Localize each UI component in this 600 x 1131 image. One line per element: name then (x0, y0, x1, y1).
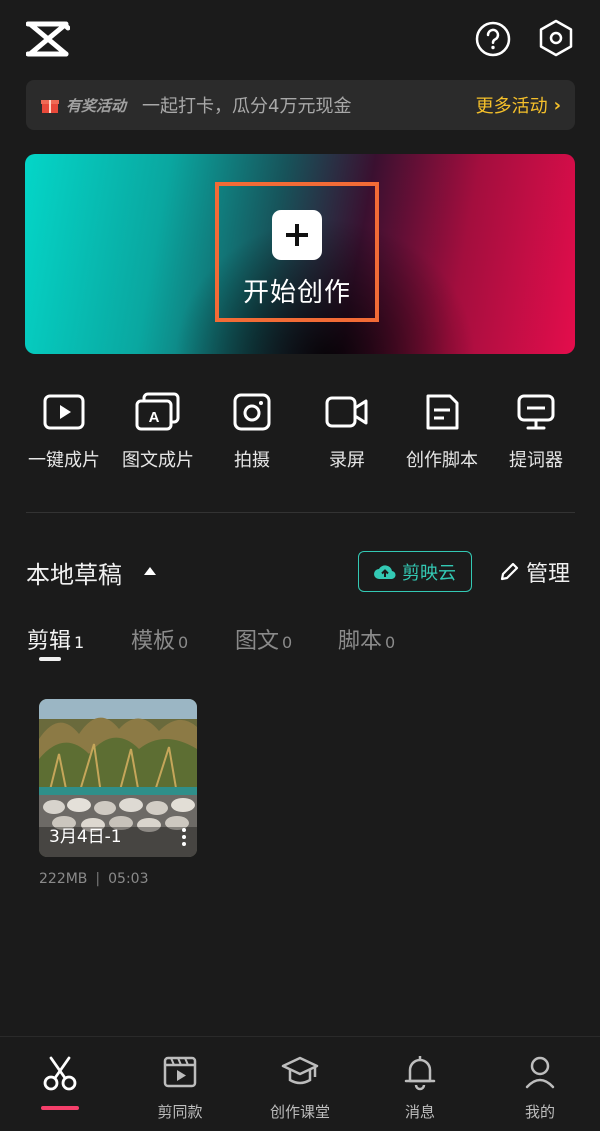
cloud-upload-icon (374, 564, 396, 579)
start-creation-label: 开始创作 (242, 278, 351, 308)
promo-banner[interactable]: 有奖活动 一起打卡，瓜分4万元现金 更多活动 › (26, 80, 575, 130)
nav-label: 剪同款 (157, 1103, 203, 1121)
tool-teleprompter[interactable]: 提词器 (486, 392, 586, 472)
help-icon[interactable] (474, 20, 512, 58)
tab-template[interactable]: 模板 0 (131, 623, 188, 655)
video-camera-icon (325, 396, 368, 428)
manage-label: 管理 (526, 562, 571, 587)
tab-label: 脚本 (338, 629, 383, 654)
nav-messages[interactable]: 消息 (365, 1053, 475, 1122)
plus-icon (272, 210, 322, 260)
tool-one-click-video[interactable]: 一键成片 (14, 392, 114, 472)
meta-separator: | (95, 871, 101, 887)
draft-size: 222MB (39, 871, 88, 887)
draft-name: 3月4日-1 (49, 827, 122, 847)
tool-label: 拍摄 (234, 450, 270, 471)
tool-label: 录屏 (329, 450, 365, 471)
tab-label: 模板 (131, 629, 176, 654)
section-divider (26, 512, 575, 513)
tool-label: 图文成片 (122, 450, 194, 471)
camera-icon (233, 393, 271, 431)
top-bar (0, 0, 600, 80)
start-creation-button[interactable]: 开始创作 (215, 182, 379, 322)
promo-text: 一起打卡，瓜分4万元现金 (142, 96, 352, 117)
cloud-label: 剪映云 (402, 562, 456, 584)
play-square-icon (43, 394, 85, 430)
promo-tag: 有奖活动 (66, 96, 127, 115)
cloud-button[interactable]: 剪映云 (358, 551, 472, 592)
tool-label: 创作脚本 (406, 450, 478, 471)
active-tab-indicator (39, 657, 61, 661)
tool-script[interactable]: 创作脚本 (392, 392, 492, 472)
gift-icon (41, 100, 59, 113)
bell-icon (404, 1056, 436, 1091)
nav-label: 创作课堂 (269, 1103, 330, 1121)
bottom-nav: 剪同款 创作课堂 消息 我的 (0, 1036, 600, 1131)
tool-screen-record[interactable]: 录屏 (297, 392, 397, 472)
settings-hex-icon[interactable] (536, 18, 576, 58)
nav-edit[interactable] (5, 1053, 115, 1093)
manage-button[interactable]: 管理 (498, 556, 570, 588)
nav-classroom[interactable]: 创作课堂 (245, 1053, 355, 1122)
tool-shortcuts: 一键成片 A 图文成片 拍摄 录屏 创作脚本 提词器 (0, 392, 600, 482)
chevron-right-icon: › (553, 94, 561, 116)
person-icon (525, 1056, 555, 1089)
scissors-icon (43, 1056, 77, 1091)
nav-label: 我的 (524, 1103, 555, 1121)
tab-count: 1 (74, 633, 85, 652)
graduation-cap-icon (281, 1056, 319, 1085)
tool-label: 提词器 (509, 450, 563, 471)
svg-text:A: A (149, 409, 160, 426)
nav-label: 消息 (404, 1103, 435, 1121)
more-vertical-icon[interactable] (181, 827, 187, 847)
nav-profile[interactable]: 我的 (485, 1053, 595, 1122)
tab-script[interactable]: 脚本 0 (338, 623, 395, 655)
nav-active-indicator (41, 1106, 79, 1110)
edit-pencil-icon (500, 562, 519, 581)
text-card-icon: A (135, 392, 180, 431)
start-creation-banner[interactable]: 开始创作 (25, 154, 575, 354)
capcut-logo-icon[interactable] (26, 20, 70, 58)
tab-label: 剪辑 (27, 629, 72, 654)
clapperboard-icon (163, 1056, 197, 1088)
tab-edit[interactable]: 剪辑 1 (27, 623, 84, 655)
local-drafts-title[interactable]: 本地草稿 (26, 555, 122, 590)
tab-image-text[interactable]: 图文 0 (235, 623, 292, 655)
tool-label: 一键成片 (28, 450, 100, 471)
script-doc-icon (426, 394, 459, 430)
tab-count: 0 (385, 633, 396, 652)
teleprompter-icon (517, 394, 555, 430)
caret-up-icon[interactable] (144, 567, 156, 575)
draft-duration: 05:03 (108, 871, 149, 887)
tool-shoot[interactable]: 拍摄 (202, 392, 302, 472)
draft-item[interactable]: 3月4日-1 (39, 699, 197, 857)
tab-label: 图文 (235, 629, 280, 654)
draft-meta: 222MB | 05:03 (39, 871, 148, 887)
nav-templates[interactable]: 剪同款 (125, 1053, 235, 1122)
tab-count: 0 (282, 633, 293, 652)
tab-count: 0 (178, 633, 189, 652)
tool-text-to-video[interactable]: A 图文成片 (108, 392, 208, 472)
more-activities-link[interactable]: 更多活动 (476, 92, 548, 118)
